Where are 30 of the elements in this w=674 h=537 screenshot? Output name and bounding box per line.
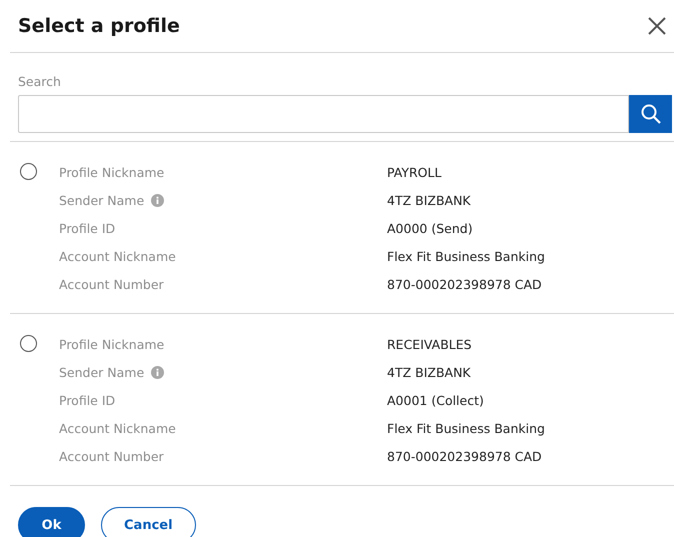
ok-button[interactable]: Ok [18, 507, 85, 537]
search-button[interactable] [629, 95, 672, 133]
radio-button[interactable] [20, 163, 37, 180]
field-label: Sender Name [59, 192, 144, 209]
field-value: A0001 (Collect) [387, 392, 485, 409]
search-label: Search [17, 73, 62, 89]
field-value: PAYROLL [387, 164, 442, 181]
field-label: Profile ID [59, 220, 116, 237]
field-label: Account Nickname [59, 420, 176, 437]
radio-button[interactable] [20, 335, 37, 352]
field-label: Profile Nickname [59, 164, 164, 181]
search-field[interactable] [18, 95, 629, 133]
field-label: Account Number [59, 448, 164, 465]
field-value: RECEIVABLES [387, 336, 473, 353]
field-value: 870-000202398978 CAD [387, 276, 543, 293]
close-icon[interactable] [646, 15, 668, 37]
field-label: Account Number [59, 276, 164, 293]
field-value: Flex Fit Business Banking [387, 248, 545, 265]
field-label: Profile Nickname [59, 336, 164, 353]
field-label: Profile ID [59, 392, 116, 409]
field-value: Flex Fit Business Banking [387, 420, 545, 437]
field-value: 4TZ BIZBANK [387, 192, 472, 209]
field-value: 870-000202398978 CAD [387, 448, 543, 465]
search-icon [640, 103, 662, 125]
field-value: A0000 (Send) [387, 220, 474, 237]
cancel-button[interactable]: Cancel [101, 507, 196, 537]
field-value: 4TZ BIZBANK [387, 364, 472, 381]
dialog-title: Select a profile [18, 15, 180, 37]
field-label: Sender Name [59, 364, 144, 381]
field-label: Account Nickname [59, 248, 176, 265]
